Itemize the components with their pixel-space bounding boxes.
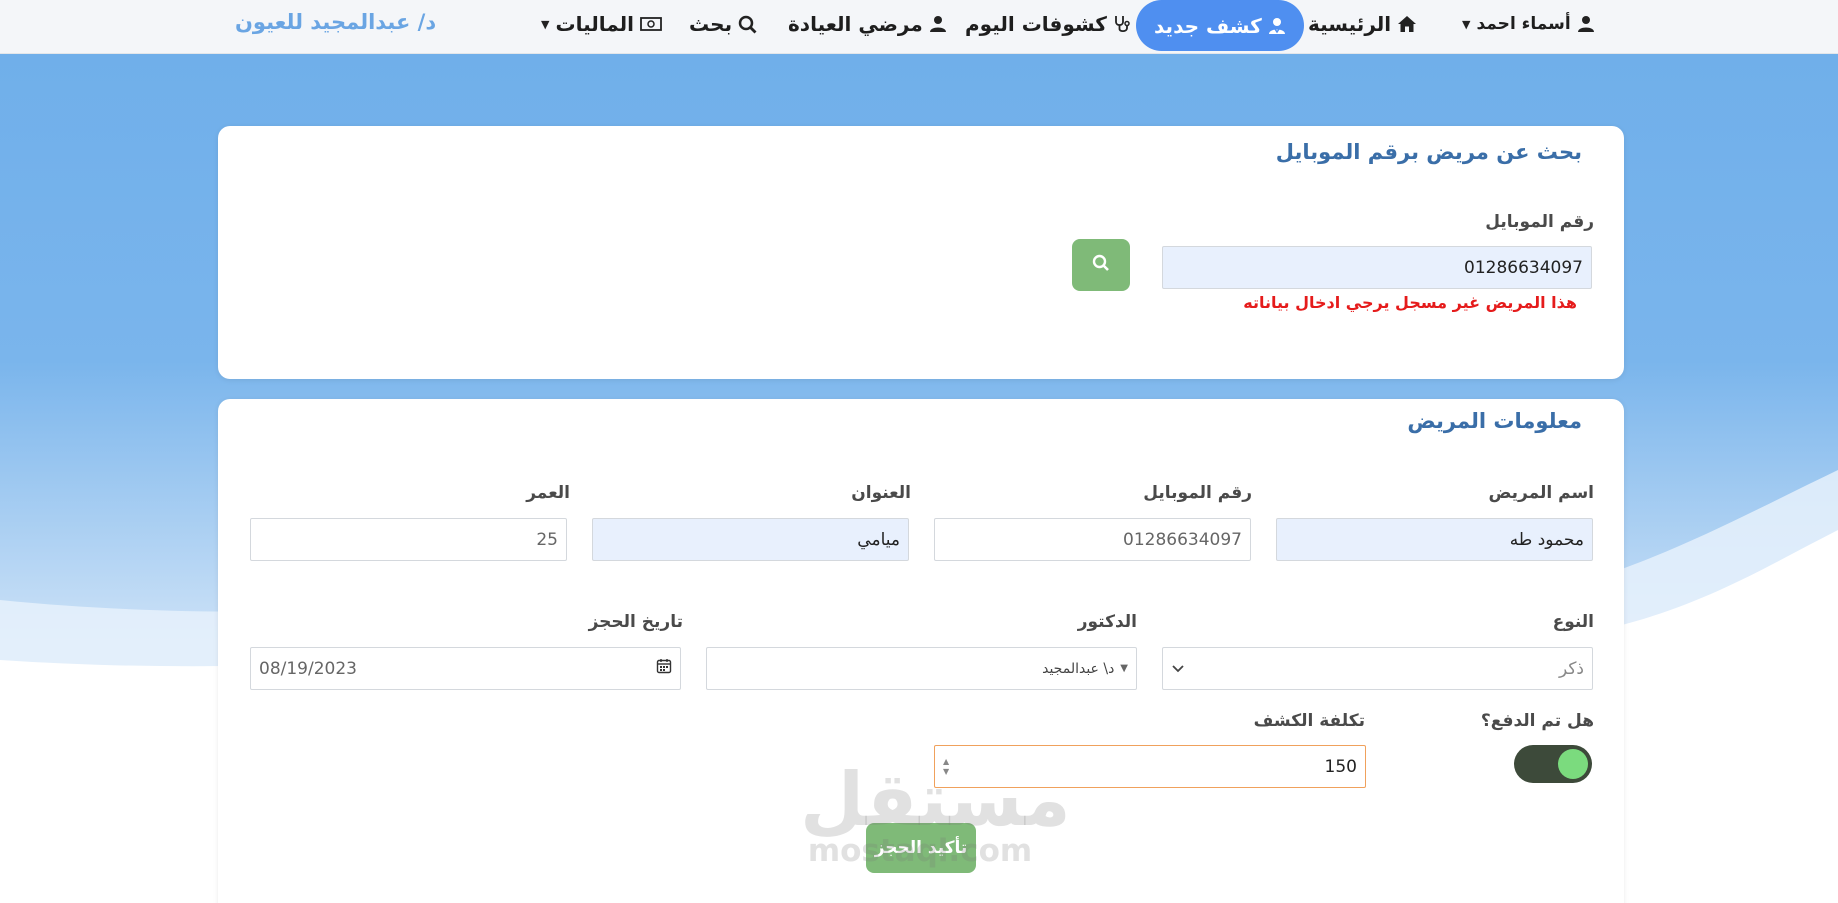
doctor-select-value: د\ عبدالمجيد xyxy=(1042,660,1115,677)
nav-clinic-patients-label: مرضي العيادة xyxy=(788,12,923,36)
calendar-icon[interactable] xyxy=(656,658,672,679)
patient-not-found-error: هذا المريض غير مسجل يرجي ادخال بياناته xyxy=(1243,293,1577,312)
stethoscope-icon xyxy=(1113,14,1131,34)
confirm-booking-button[interactable]: تأكيد الحجز xyxy=(866,823,976,873)
nav-finance-label: الماليات xyxy=(555,12,635,36)
toggle-knob xyxy=(1558,749,1588,779)
gender-label: النوع xyxy=(1552,612,1594,632)
search-button[interactable] xyxy=(1072,239,1130,291)
patient-mobile-input[interactable]: 01286634097 xyxy=(934,518,1251,561)
home-icon xyxy=(1397,15,1417,33)
booking-date-input[interactable]: 08/19/2023 xyxy=(250,647,681,690)
exam-cost-label: تكلفة الكشف xyxy=(1253,711,1365,731)
exam-cost-value: 150 xyxy=(1324,756,1357,777)
nav-today-exams[interactable]: كشوفات اليوم xyxy=(965,0,1131,48)
mobile-label: رقم الموبايل xyxy=(1485,212,1594,232)
patient-name-input[interactable]: محمود طه xyxy=(1276,518,1593,561)
user-icon xyxy=(929,15,947,33)
gender-select[interactable]: ذكر xyxy=(1162,647,1593,690)
top-navbar: أسماء احمد ▼ الرئيسية كشف جديد كشوفات ال… xyxy=(0,0,1838,54)
paid-toggle[interactable] xyxy=(1514,745,1592,783)
user-icon xyxy=(1577,15,1595,33)
patient-age-label: العمر xyxy=(526,483,570,503)
nav-finance-menu[interactable]: الماليات ▼ xyxy=(541,0,662,48)
nav-home-label: الرئيسية xyxy=(1308,12,1392,36)
caret-down-icon: ▼ xyxy=(1120,663,1128,674)
gender-select-value: ذكر xyxy=(1558,658,1584,679)
patient-age-input[interactable]: 25 xyxy=(250,518,567,561)
patient-address-label: العنوان xyxy=(851,483,911,503)
nav-new-exam[interactable]: كشف جديد xyxy=(1136,0,1304,51)
search-icon xyxy=(1092,254,1110,276)
search-card-title: بحث عن مريض برقم الموبايل xyxy=(1275,140,1582,164)
nav-search-label: بحث xyxy=(689,12,733,36)
exam-cost-input[interactable]: 150 ▲ ▼ xyxy=(934,745,1366,788)
patient-search-card: بحث عن مريض برقم الموبايل رقم الموبايل 0… xyxy=(218,126,1624,379)
nav-clinic-patients[interactable]: مرضي العيادة xyxy=(788,0,947,48)
user-md-icon xyxy=(1268,17,1286,35)
user-menu-label: أسماء احمد xyxy=(1476,14,1571,34)
patient-card-title: معلومات المريض xyxy=(1407,409,1582,433)
patient-address-input[interactable]: ميامي xyxy=(592,518,909,561)
doctor-select[interactable]: ▼ د\ عبدالمجيد xyxy=(706,647,1137,690)
booking-date-label: تاريخ الحجز xyxy=(588,612,683,632)
nav-home[interactable]: الرئيسية xyxy=(1308,0,1417,48)
nav-today-exams-label: كشوفات اليوم xyxy=(965,12,1107,36)
number-stepper[interactable]: ▲ ▼ xyxy=(943,757,949,777)
nav-new-exam-label: كشف جديد xyxy=(1154,13,1262,38)
search-icon xyxy=(738,15,757,34)
money-icon xyxy=(640,16,662,32)
booking-date-value: 08/19/2023 xyxy=(259,658,357,679)
paid-label: هل تم الدفع؟ xyxy=(1480,711,1594,731)
patient-mobile-label: رقم الموبايل xyxy=(1143,483,1252,503)
mobile-search-input[interactable]: 01286634097 xyxy=(1162,246,1592,289)
chevron-down-icon xyxy=(1171,659,1185,679)
chevron-down-icon: ▼ xyxy=(541,17,550,31)
doctor-label: الدكتور xyxy=(1077,612,1137,632)
nav-search[interactable]: بحث xyxy=(689,0,757,48)
patient-name-label: اسم المريض xyxy=(1488,483,1594,503)
user-menu[interactable]: أسماء احمد ▼ xyxy=(1462,0,1595,48)
brand-name[interactable]: د/ عبدالمجيد للعيون xyxy=(235,10,436,34)
chevron-down-icon: ▼ xyxy=(1462,17,1471,31)
